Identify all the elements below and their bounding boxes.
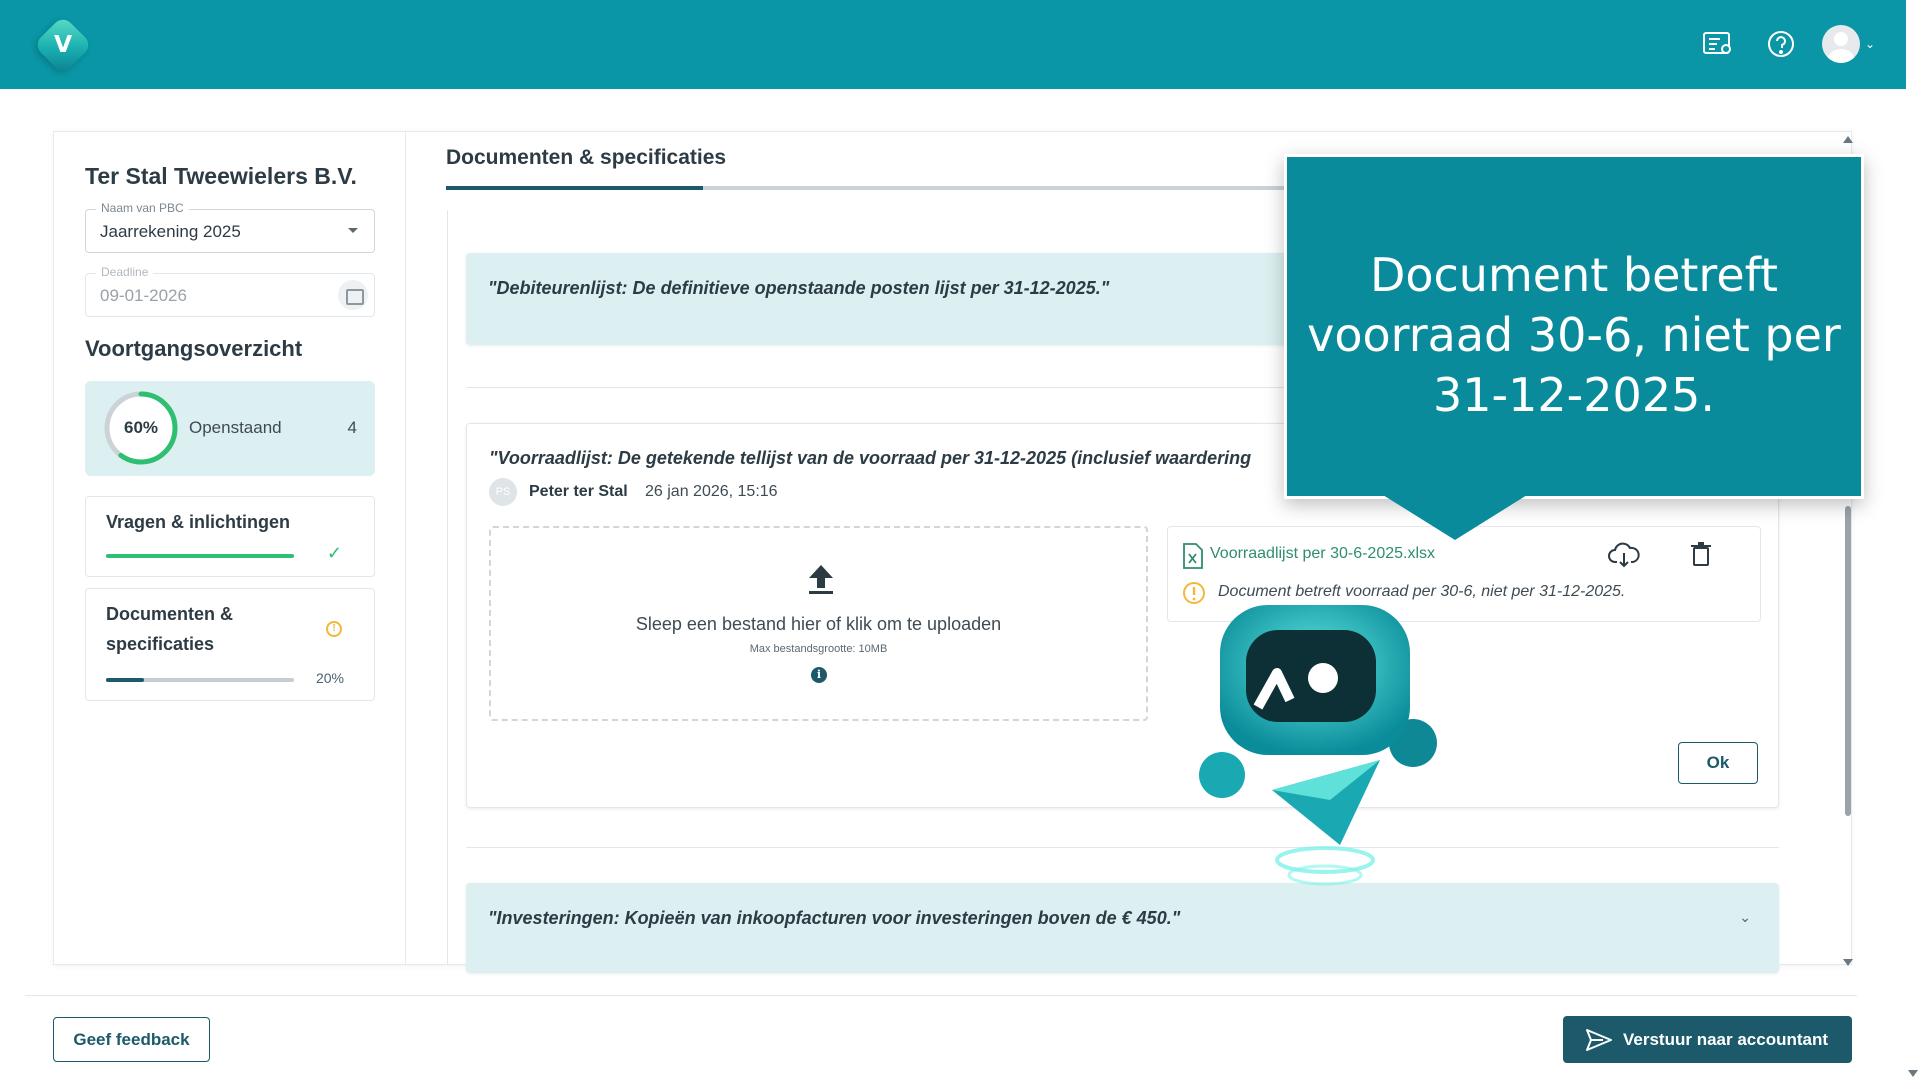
step-percent: 20% [315, 670, 344, 686]
user-menu[interactable]: ⌄ [1822, 25, 1880, 65]
user-initials-avatar: PS [489, 478, 517, 506]
pbc-select[interactable]: Naam van PBC Jaarrekening 2025 [85, 201, 375, 253]
progress-percent: 60% [123, 418, 159, 437]
user-name: Peter ter Stal [529, 483, 628, 500]
deadline-field: Deadline 09-01-2026 [85, 265, 375, 317]
send-icon [1586, 1029, 1612, 1051]
step-progress-bar [106, 554, 294, 558]
warning-icon: ! [326, 621, 342, 637]
step-questions[interactable]: Vragen & inlichtingen ✓ [85, 496, 375, 577]
send-button-label: Verstuur naar accountant [1623, 1030, 1829, 1049]
request-text: "Investeringen: Kopieën van inkoopfactur… [488, 908, 1181, 928]
progress-summary: 60% Openstaand 4 [85, 381, 375, 476]
info-icon[interactable]: i [811, 667, 827, 683]
request-text: "Voorraadlijst: De getekende tellijst va… [489, 448, 1252, 468]
scroll-up-icon[interactable] [1843, 136, 1853, 143]
upload-instruction: Sleep een bestand hier of klik om te upl… [635, 614, 1002, 634]
calendar-icon [338, 280, 368, 310]
request-text: "Debiteurenlijst: De definitieve opensta… [488, 278, 1110, 298]
ai-assistant-mascot [1199, 605, 1437, 886]
step-title: Vragen & inlichtingen [106, 512, 291, 532]
sidebar: Ter Stal Tweewielers B.V. Naam van PBC J… [54, 132, 406, 964]
upload-icon [809, 565, 833, 594]
logo-letter: V [53, 30, 73, 59]
pbc-select-value: Jaarrekening 2025 [100, 222, 241, 241]
open-status-label: Openstaand [189, 418, 282, 437]
callout-text: Document betreft voorraad 30-6, niet per… [1307, 248, 1841, 422]
content-title: Documenten & specificaties [446, 146, 727, 169]
deadline-value: 09-01-2026 [100, 286, 187, 305]
check-icon: ✓ [326, 543, 342, 563]
step-progress-bar [106, 678, 294, 682]
ok-button[interactable]: Ok [1678, 742, 1758, 784]
company-name: Ter Stal Tweewielers B.V. [85, 163, 357, 189]
excel-file-icon [1183, 543, 1203, 569]
top-bar: V ⌄ [0, 0, 1906, 89]
file-name-link[interactable]: Voorraadlijst per 30-6-2025.xlsx [1210, 545, 1435, 563]
user-avatar-icon [1822, 25, 1860, 63]
upload-max-size: Max bestandsgrootte: 10MB [749, 643, 888, 655]
request-card[interactable]: "Investeringen: Kopieën van inkoopfactur… [466, 883, 1779, 973]
chevron-down-icon[interactable]: ⌄ [1739, 909, 1751, 926]
ai-callout: Document betreft voorraad 30-6, niet per… [1284, 154, 1864, 499]
callout-tail [1383, 495, 1527, 540]
deadline-label: Deadline [96, 265, 154, 279]
chevron-down-icon: ⌄ [1865, 37, 1876, 51]
progress-overview-title: Voortgangsoverzicht [85, 336, 303, 361]
feedback-list-icon[interactable] [1700, 26, 1736, 62]
pbc-select-label: Naam van PBC [96, 201, 189, 215]
feedback-button[interactable]: Geef feedback [53, 1017, 210, 1062]
tab-progress-fill [446, 186, 703, 190]
cloud-download-icon[interactable] [1608, 541, 1640, 569]
page-scroll-down-icon[interactable] [1908, 1070, 1918, 1077]
divider [466, 847, 1779, 848]
request-date: 26 jan 2026, 15:16 [645, 483, 778, 500]
send-to-accountant-button[interactable]: Verstuur naar accountant [1563, 1016, 1852, 1063]
scroll-down-icon[interactable] [1843, 959, 1853, 966]
upload-dropzone[interactable]: Sleep een bestand hier of klik om te upl… [489, 526, 1148, 721]
open-count: 4 [347, 418, 357, 437]
step-documents[interactable]: Documenten & specificaties ! 20% [85, 588, 375, 701]
step-title: Documenten & specificaties [106, 604, 234, 654]
footer-divider [25, 995, 1857, 996]
help-icon[interactable] [1763, 26, 1799, 62]
caret-down-icon [348, 228, 358, 233]
trash-icon[interactable] [1690, 541, 1712, 567]
app-logo[interactable]: V [33, 15, 93, 75]
scroll-thumb[interactable] [1845, 506, 1851, 816]
